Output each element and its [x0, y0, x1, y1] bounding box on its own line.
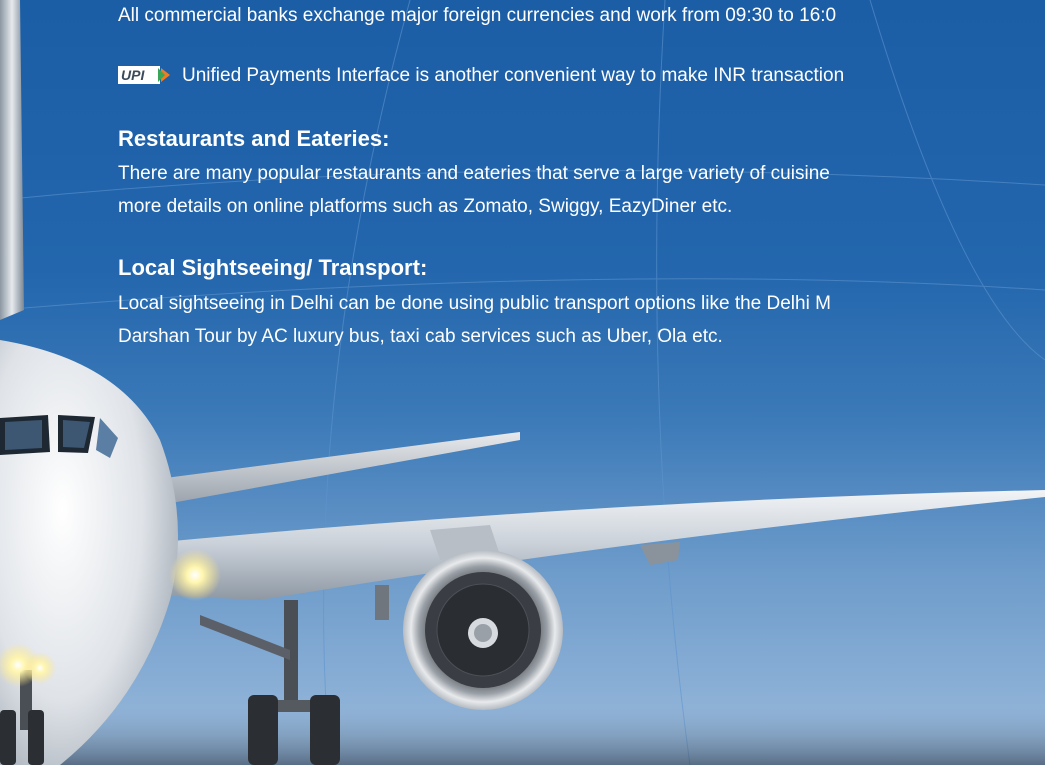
- sightseeing-heading: Local Sightseeing/ Transport:: [118, 255, 428, 280]
- airplane-illustration: [0, 0, 1045, 765]
- banking-text: All commercial banks exchange major fore…: [118, 5, 837, 26]
- svg-text:UPI: UPI: [121, 67, 145, 83]
- sightseeing-line-2: Darshan Tour by AC luxury bus, taxi cab …: [118, 326, 723, 347]
- sightseeing-line-1: Local sightseeing in Delhi can be done u…: [118, 293, 831, 314]
- upi-logo-icon: UPI: [118, 66, 172, 84]
- restaurants-line-1: There are many popular restaurants and e…: [118, 163, 830, 184]
- upi-line: UPI Unified Payments Interface is anothe…: [118, 64, 844, 88]
- page: All commercial banks exchange major fore…: [0, 0, 1045, 765]
- restaurants-heading: Restaurants and Eateries:: [118, 126, 390, 151]
- upi-text: Unified Payments Interface is another co…: [182, 65, 845, 86]
- restaurants-line-2: more details on online platforms such as…: [118, 196, 733, 217]
